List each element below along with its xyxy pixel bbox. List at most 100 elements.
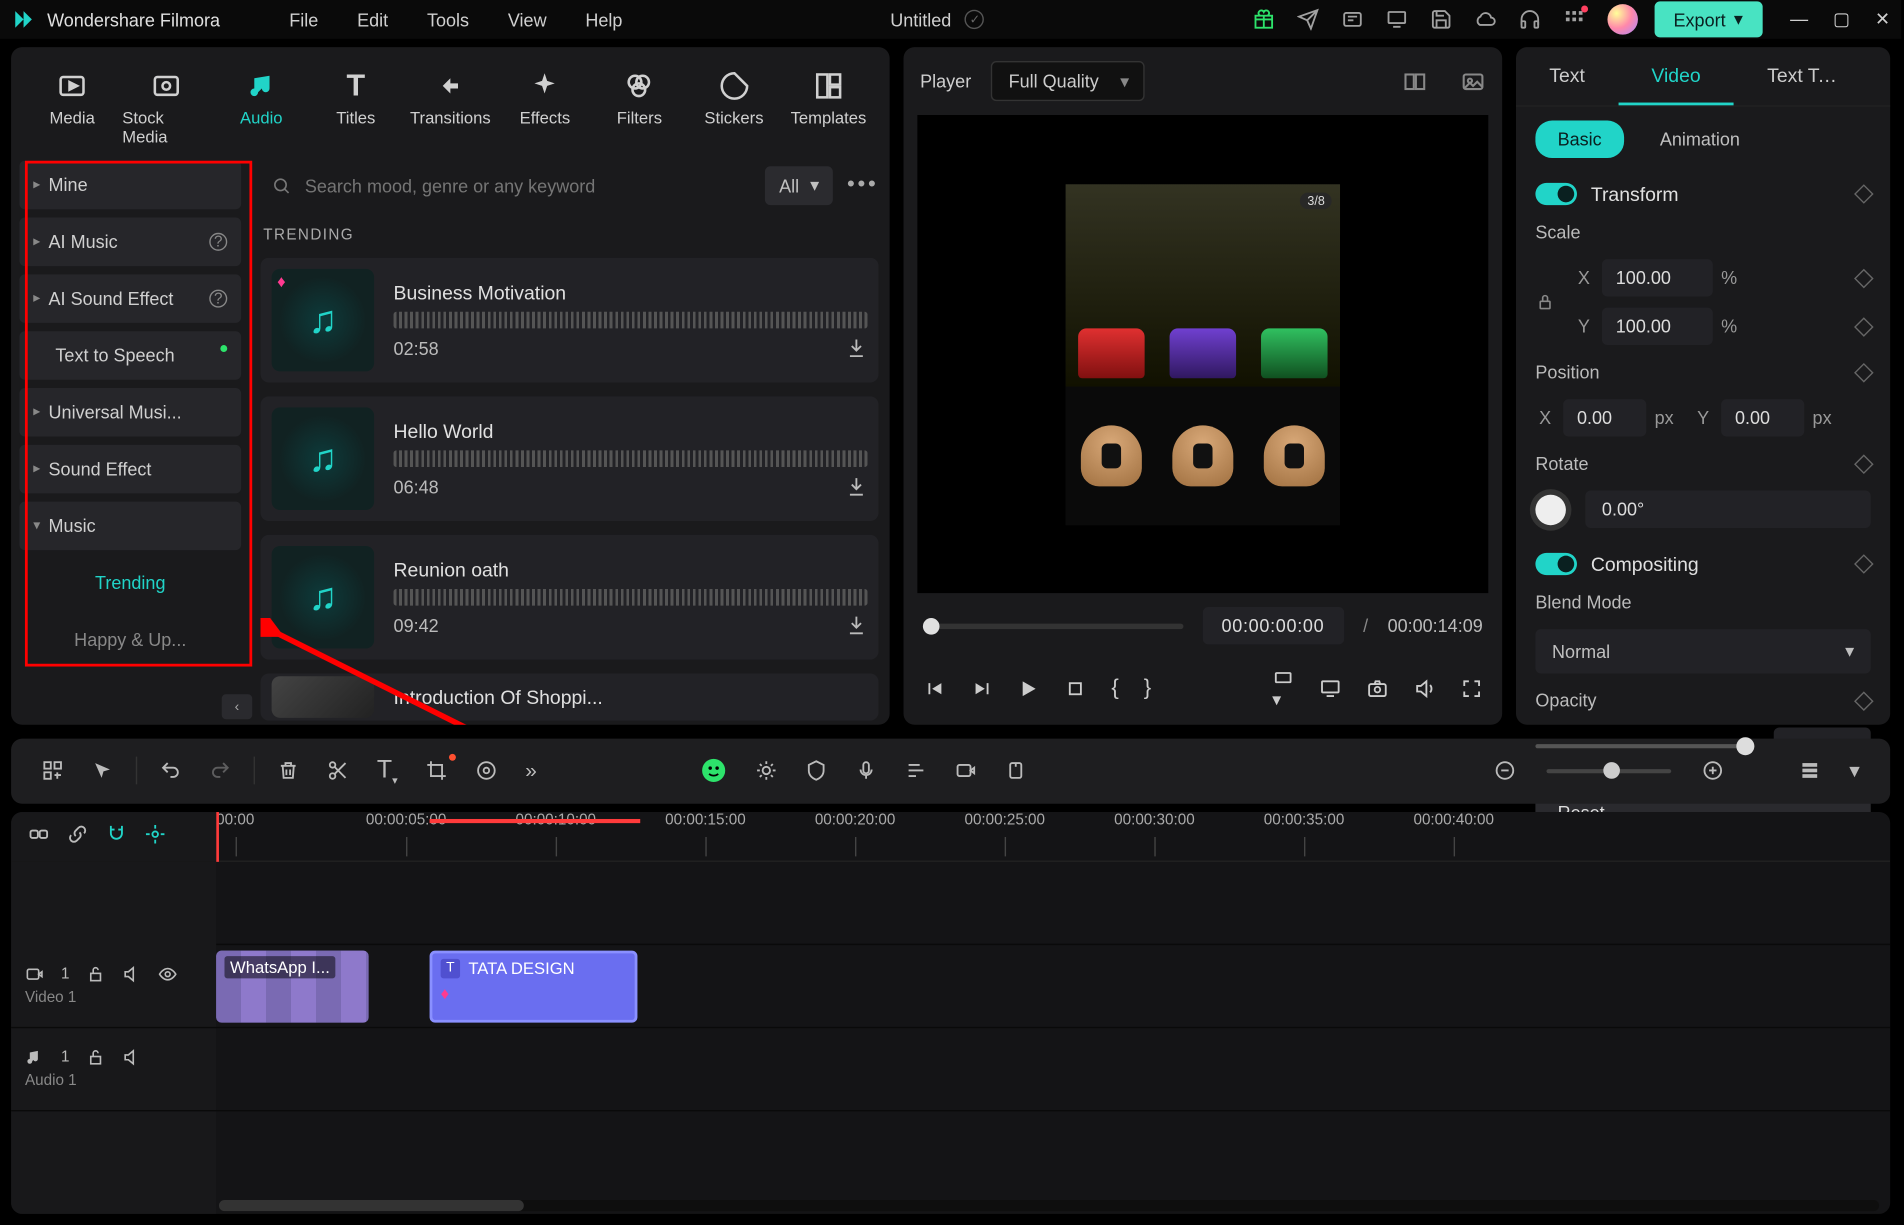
tab-titles[interactable]: TTitles [311, 61, 400, 161]
maximize-icon[interactable]: ▢ [1833, 8, 1850, 30]
compositing-toggle[interactable] [1535, 553, 1577, 575]
menu-help[interactable]: Help [585, 9, 622, 30]
minimize-icon[interactable]: — [1790, 8, 1808, 30]
scale-y-input[interactable] [1602, 308, 1713, 345]
sidebar-item-ai-music[interactable]: ▸AI Music? [19, 218, 241, 267]
mark-out-icon[interactable]: } [1144, 676, 1151, 701]
user-avatar[interactable] [1607, 4, 1637, 34]
cloud-icon[interactable] [1474, 8, 1496, 30]
play-icon[interactable] [1017, 678, 1039, 700]
sidebar-item-universal-music[interactable]: ▸Universal Musi... [19, 388, 241, 437]
keyframe-diamond-icon[interactable] [1854, 184, 1874, 204]
send-icon[interactable] [1297, 8, 1319, 30]
sidebar-item-sound-effect[interactable]: ▸Sound Effect [19, 445, 241, 494]
more-tools-icon[interactable]: » [514, 754, 548, 789]
pos-x-input[interactable] [1563, 399, 1646, 436]
tab-media[interactable]: Media [28, 61, 117, 161]
quality-toggle-icon[interactable]: ▾ [1272, 667, 1294, 711]
keyframe-diamond-icon[interactable] [1854, 554, 1874, 574]
filter-dropdown[interactable]: All▾ [765, 166, 833, 205]
close-icon[interactable]: ✕ [1875, 8, 1890, 30]
keyframe-diamond-icon[interactable] [1854, 268, 1874, 288]
menu-view[interactable]: View [508, 9, 547, 30]
track-item[interactable]: ♫ Reunion oath09:42 [261, 535, 879, 660]
keyframe-diamond-icon[interactable] [1854, 317, 1874, 337]
keyframe-diamond-icon[interactable] [1854, 691, 1874, 711]
video-clip[interactable]: WhatsApp I... [216, 950, 368, 1022]
marker-icon[interactable] [994, 754, 1038, 787]
download-icon[interactable] [845, 614, 867, 636]
mic-icon[interactable] [844, 754, 888, 787]
timeline-horizontal-scrollbar[interactable] [219, 1200, 1879, 1211]
collapse-sidebar-button[interactable]: ‹ [222, 694, 252, 719]
zoom-out-icon[interactable] [1483, 754, 1527, 787]
sidebar-item-text-to-speech[interactable]: Text to Speech [19, 331, 241, 380]
search-input[interactable] [305, 175, 740, 196]
undo-icon[interactable] [148, 754, 192, 787]
step-back-icon[interactable] [970, 678, 992, 700]
sidebar-item-ai-sound-effect[interactable]: ▸AI Sound Effect? [19, 274, 241, 323]
sparkle-icon[interactable] [745, 754, 789, 787]
sub-tab-basic[interactable]: Basic [1535, 121, 1623, 158]
menu-edit[interactable]: Edit [357, 9, 388, 30]
track-item[interactable]: Introduction Of Shoppi... [261, 673, 879, 720]
zoom-slider[interactable] [1547, 769, 1672, 773]
preview-viewport[interactable]: 3/8 [917, 115, 1488, 593]
link-icon[interactable] [28, 823, 50, 845]
crop-icon[interactable] [414, 754, 458, 787]
lock-track-icon[interactable] [86, 1048, 105, 1067]
mark-in-icon[interactable]: { [1111, 676, 1118, 701]
prev-frame-icon[interactable] [923, 678, 945, 700]
menu-tools[interactable]: Tools [427, 9, 469, 30]
scale-x-input[interactable] [1602, 259, 1713, 296]
visibility-icon[interactable] [158, 965, 177, 984]
tab-effects[interactable]: Effects [500, 61, 589, 161]
lock-track-icon[interactable] [86, 965, 105, 984]
keyframe-diamond-icon[interactable] [1854, 454, 1874, 474]
aspect-toggle-icon[interactable] [1402, 69, 1427, 94]
image-view-icon[interactable] [1461, 69, 1486, 94]
download-icon[interactable] [845, 337, 867, 359]
screen-icon[interactable] [1319, 678, 1341, 700]
export-button[interactable]: Export ▾ [1654, 1, 1762, 37]
info-icon[interactable]: ? [209, 290, 227, 308]
color-icon[interactable] [464, 754, 508, 787]
timecode-current[interactable]: 00:00:00:00 [1202, 607, 1344, 644]
fullscreen-icon[interactable] [1461, 678, 1483, 700]
tab-audio[interactable]: Audio [217, 61, 306, 161]
rotate-value[interactable]: 0.00° [1585, 491, 1870, 528]
mute-track-icon[interactable] [122, 965, 141, 984]
blend-mode-select[interactable]: Normal▾ [1535, 629, 1870, 673]
track-lanes[interactable]: WhatsApp I... TTATA DESIGN ♦ [216, 861, 1890, 1214]
select-icon[interactable] [80, 754, 124, 787]
sidebar-sub-happy[interactable]: Happy & Up... [19, 615, 241, 664]
headphones-icon[interactable] [1518, 8, 1540, 30]
sidebar-item-music[interactable]: ▾Music [19, 502, 241, 551]
tab-stickers[interactable]: Stickers [689, 61, 778, 161]
layout-icon[interactable] [30, 754, 74, 787]
save-icon[interactable] [1430, 8, 1452, 30]
volume-icon[interactable] [1413, 678, 1435, 700]
audio-lane[interactable] [216, 1028, 1890, 1111]
split-icon[interactable] [316, 754, 360, 787]
props-tab-tts[interactable]: Text To Speech [1734, 47, 1873, 105]
track-item[interactable]: ♦♫ Business Motivation02:58 [261, 258, 879, 383]
sidebar-item-mine[interactable]: ▸Mine [19, 161, 241, 210]
menu-file[interactable]: File [289, 9, 318, 30]
snapshot-icon[interactable] [1366, 678, 1388, 700]
transform-toggle[interactable] [1535, 183, 1577, 205]
track-height-icon[interactable] [1788, 754, 1832, 787]
playhead[interactable] [216, 811, 219, 861]
props-tab-text[interactable]: Text [1516, 47, 1618, 105]
ai-face-icon[interactable] [689, 751, 739, 790]
opacity-slider[interactable] [1535, 744, 1754, 748]
tab-transitions[interactable]: Transitions [406, 61, 495, 161]
record-icon[interactable] [944, 754, 988, 787]
text-tool-icon[interactable]: T▾ [366, 750, 409, 792]
track-item[interactable]: ♫ Hello World06:48 [261, 396, 879, 521]
chevron-down-icon[interactable]: ▾ [1838, 753, 1871, 789]
keyframe-diamond-icon[interactable] [1854, 362, 1874, 382]
audio-mixer-icon[interactable] [894, 754, 938, 787]
delete-icon[interactable] [266, 754, 310, 787]
info-icon[interactable]: ? [209, 233, 227, 251]
